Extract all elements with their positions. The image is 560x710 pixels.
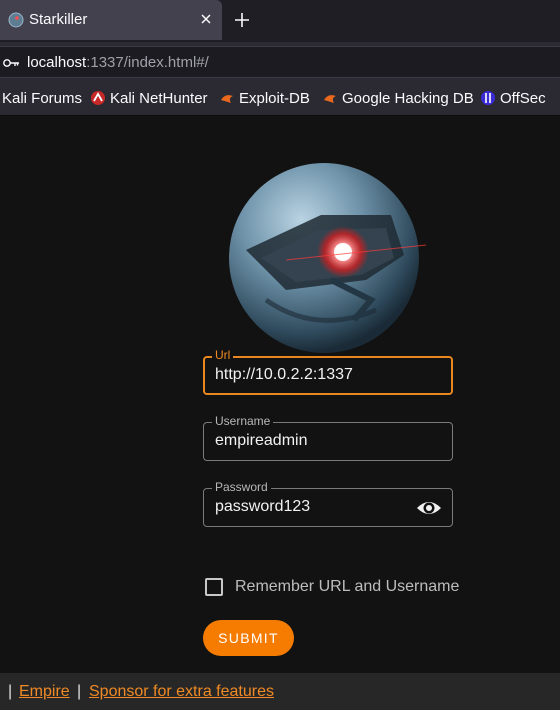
nethunter-icon xyxy=(91,91,105,105)
username-field[interactable]: Username xyxy=(203,414,453,461)
bookmark-kali-forums[interactable]: Kali Forums xyxy=(2,89,82,107)
login-page: Url Username Password Remember URL and U… xyxy=(0,117,560,673)
ghdb-icon xyxy=(324,95,336,103)
bookmark-label: Exploit-DB xyxy=(239,89,310,107)
url-host: localhost xyxy=(27,54,87,71)
bookmark-label: Google Hacking DB xyxy=(342,89,474,107)
new-tab-plus-icon[interactable] xyxy=(232,10,252,30)
exploit-db-icon xyxy=(221,95,233,103)
bookmark-exploit-db[interactable]: Exploit-DB xyxy=(219,89,310,107)
footer-separator: | xyxy=(8,683,13,700)
address-bar[interactable]: localhost:1337/index.html#/ xyxy=(0,46,560,78)
browser-tab[interactable]: Starkiller xyxy=(0,0,222,40)
navigation-toolbar: localhost:1337/index.html#/ xyxy=(0,42,560,80)
url-label: Url xyxy=(212,348,234,362)
starkiller-logo xyxy=(229,163,426,353)
tab-title: Starkiller xyxy=(29,11,88,28)
sponsor-link[interactable]: Sponsor for extra features xyxy=(89,683,274,700)
key-icon[interactable] xyxy=(2,56,20,70)
username-label: Username xyxy=(212,414,274,428)
empire-link[interactable]: Empire xyxy=(19,683,70,700)
username-input[interactable] xyxy=(215,432,405,450)
bookmark-label: Kali Forums xyxy=(2,89,83,107)
submit-button[interactable]: SUBMIT xyxy=(203,620,294,656)
bookmark-label: Kali NetHunter xyxy=(110,89,208,107)
remember-checkbox[interactable] xyxy=(205,578,223,596)
footer: | Empire | Sponsor for extra features xyxy=(0,673,560,710)
password-input[interactable] xyxy=(215,498,405,516)
password-label: Password xyxy=(212,480,271,494)
remember-label[interactable]: Remember URL and Username xyxy=(235,578,459,596)
bookmark-google-hacking-db[interactable]: Google Hacking DB xyxy=(322,89,474,107)
bookmark-label: OffSec xyxy=(500,89,546,107)
browser-tab-strip: Starkiller xyxy=(0,0,560,42)
bookmarks-toolbar: Kali Forums Kali NetHunter Exploit-DB Go… xyxy=(0,80,560,116)
url-path: :1337/index.html#/ xyxy=(86,54,209,71)
bookmark-kali-nethunter[interactable]: Kali NetHunter xyxy=(90,89,208,107)
eye-icon[interactable] xyxy=(416,497,442,519)
close-tab-icon[interactable] xyxy=(197,10,215,28)
offsec-icon xyxy=(481,91,495,105)
password-field[interactable]: Password xyxy=(203,480,453,527)
starkiller-favicon-icon xyxy=(8,12,24,28)
footer-separator: | xyxy=(77,683,82,700)
remember-me-row[interactable]: Remember URL and Username xyxy=(205,576,459,598)
bookmark-offsec[interactable]: OffSec xyxy=(480,89,546,107)
address-text[interactable]: localhost:1337/index.html#/ xyxy=(27,54,209,71)
url-input[interactable] xyxy=(215,366,405,384)
url-field[interactable]: Url xyxy=(203,348,453,395)
